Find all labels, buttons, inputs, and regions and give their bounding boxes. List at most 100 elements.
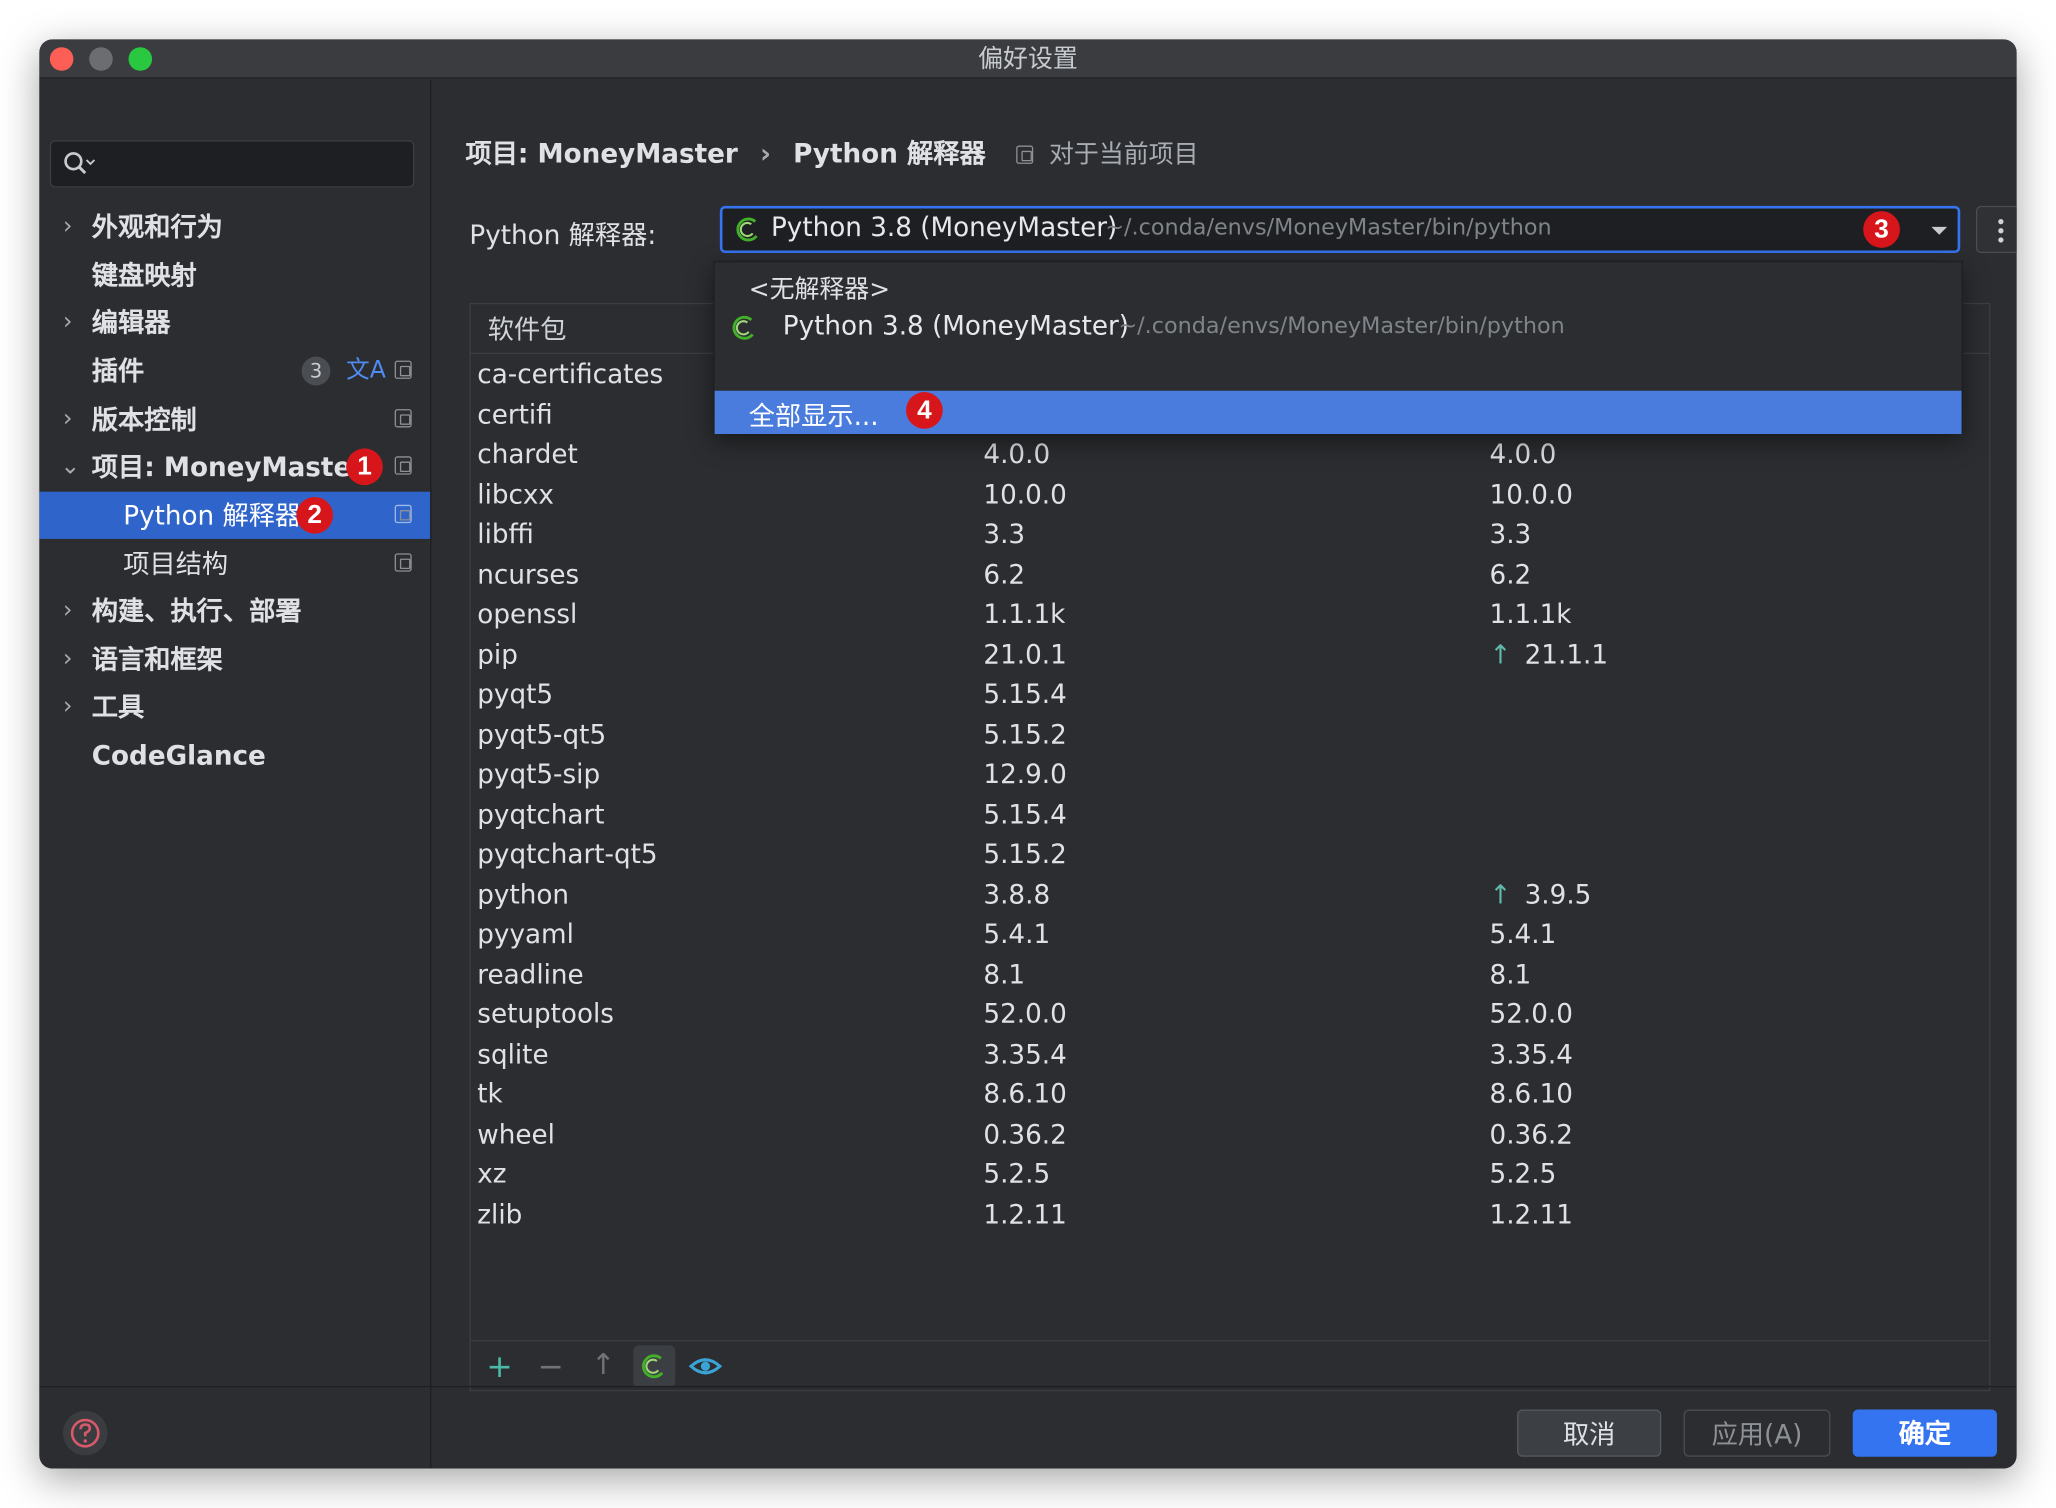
table-row[interactable]: pip 21.0.1 ↑ 21.1.1 <box>471 634 1989 673</box>
package-version-cell: 12.9.0 <box>983 757 1067 790</box>
table-row[interactable]: pyqt5 5.15.4 <box>471 674 1989 713</box>
interpreter-select[interactable]: Python 3.8 (MoneyMaster) ~/.conda/envs/M… <box>719 205 1961 254</box>
ok-button[interactable]: 确定 <box>1852 1409 1997 1457</box>
cancel-button[interactable]: 取消 <box>1517 1409 1662 1457</box>
copy-icon <box>394 504 412 524</box>
table-row[interactable]: readline 8.1 8.1 <box>471 954 1989 993</box>
dropdown-option-path: ~/.conda/envs/MoneyMaster/bin/python <box>1118 313 1565 340</box>
zoom-window-button[interactable] <box>128 47 153 71</box>
sidebar-item-plugins[interactable]: 插件 3 文A <box>39 347 430 394</box>
chevron-down-icon <box>1931 226 1948 235</box>
table-row[interactable]: openssl 1.1.1k 1.1.1k <box>471 594 1989 633</box>
column-header-package[interactable]: 软件包 <box>488 304 567 354</box>
table-row[interactable]: pyqt5-sip 12.9.0 <box>471 754 1989 793</box>
sidebar-item-vcs[interactable]: › 版本控制 <box>39 396 430 443</box>
sidebar-item-tools[interactable]: › 工具 <box>39 683 430 730</box>
package-version-cell: 1.2.11 <box>983 1197 1067 1230</box>
package-name-cell: xz <box>477 1157 507 1190</box>
package-latest-cell: 5.4.1 <box>1490 914 1557 953</box>
package-name-cell: tk <box>477 1077 503 1110</box>
package-name-cell: pyqtchart-qt5 <box>477 837 658 870</box>
package-latest-cell: 1.1.1k <box>1490 594 1572 633</box>
package-latest-cell: 10.0.0 <box>1490 474 1573 513</box>
dropdown-item-no-interpreter[interactable]: <无解释器> <box>749 270 890 305</box>
latest-version-text: 8.6.10 <box>1489 1077 1573 1110</box>
table-toolbar: + − ↑ <box>470 1340 1990 1390</box>
sidebar-item-project[interactable]: ⌄ 项目: MoneyMaster 1 <box>39 443 430 490</box>
breadcrumb-project[interactable]: 项目: MoneyMaster <box>465 138 737 169</box>
conda-toggle-button[interactable] <box>633 1345 676 1388</box>
package-version-cell: 5.15.2 <box>983 717 1067 750</box>
minimize-window-button[interactable] <box>89 47 113 71</box>
search-input[interactable] <box>49 140 415 188</box>
chevron-right-icon: › <box>62 645 73 673</box>
package-version-cell: 5.2.5 <box>983 1157 1051 1190</box>
remove-package-button[interactable]: − <box>530 1345 572 1387</box>
table-row[interactable]: sqlite 3.35.4 3.35.4 <box>471 1034 1989 1073</box>
interpreter-selected-path: ~/.conda/envs/MoneyMaster/bin/python <box>1105 215 1552 242</box>
table-row[interactable]: pyqt5-qt5 5.15.2 <box>471 714 1989 753</box>
sidebar-item-python-interpreter[interactable]: Python 解释器 2 <box>39 491 431 539</box>
table-row[interactable]: setuptools 52.0.0 52.0.0 <box>471 994 1989 1033</box>
package-version-cell: 0.36.2 <box>983 1117 1067 1150</box>
latest-version-text: 8.1 <box>1489 957 1532 990</box>
table-row[interactable]: chardet 4.0.0 4.0.0 <box>471 434 1989 473</box>
package-latest-cell: 3.35.4 <box>1490 1034 1573 1073</box>
table-row[interactable]: pyqtchart 5.15.4 <box>471 794 1989 833</box>
table-row[interactable]: tk 8.6.10 8.6.10 <box>471 1074 1989 1113</box>
table-row[interactable]: ncurses 6.2 6.2 <box>471 554 1989 593</box>
table-row[interactable]: pyyaml 5.4.1 5.4.1 <box>471 914 1989 953</box>
upgrade-arrow-icon: ↑ <box>1489 877 1512 910</box>
interpreter-label: Python 解释器: <box>469 218 657 251</box>
sidebar-item-editor[interactable]: › 编辑器 <box>39 299 430 346</box>
sidebar-item-build[interactable]: › 构建、执行、部署 <box>39 587 430 634</box>
help-button[interactable] <box>62 1410 108 1456</box>
copy-icon <box>394 409 412 428</box>
chevron-right-icon: › <box>62 308 73 336</box>
step-marker-3: 3 <box>1863 211 1900 248</box>
table-row[interactable]: wheel 0.36.2 0.36.2 <box>471 1114 1989 1153</box>
more-options-button[interactable] <box>1975 205 2017 254</box>
package-name-cell: libffi <box>477 517 534 550</box>
sidebar-item-languages[interactable]: › 语言和框架 <box>39 636 430 683</box>
search-icon <box>64 152 96 175</box>
package-latest-cell: 1.2.11 <box>1490 1194 1573 1233</box>
package-name-cell: ca-certificates <box>477 357 664 390</box>
sidebar-item-keymap[interactable]: 键盘映射 <box>39 252 430 299</box>
latest-version-text: 5.2.5 <box>1489 1157 1557 1190</box>
package-latest-cell: 0.36.2 <box>1490 1114 1573 1153</box>
breadcrumb-page: Python 解释器 <box>793 137 986 170</box>
interpreter-dropdown: <无解释器> Python 3.8 (MoneyMaster) ~/.conda… <box>713 260 1963 435</box>
package-version-cell: 6.2 <box>983 557 1026 590</box>
package-name-cell: readline <box>477 957 584 990</box>
dropdown-item-show-all[interactable]: 全部显示... 4 <box>714 390 1962 435</box>
latest-version-text: 6.2 <box>1489 557 1532 590</box>
table-row[interactable]: pyqtchart-qt5 5.15.2 <box>471 834 1989 873</box>
table-row[interactable]: libffi 3.3 3.3 <box>471 514 1989 553</box>
latest-version-text: 3.9.5 <box>1524 877 1592 910</box>
package-name-cell: libcxx <box>477 477 554 510</box>
translate-icon: 文A <box>346 356 386 385</box>
table-row[interactable]: libcxx 10.0.0 10.0.0 <box>471 474 1989 513</box>
scope-text: 对于当前项目 <box>1049 140 1199 170</box>
apply-button[interactable]: 应用(A) <box>1683 1409 1831 1457</box>
add-package-button[interactable]: + <box>479 1345 521 1387</box>
step-marker-2: 2 <box>296 496 334 534</box>
sidebar-item-appearance[interactable]: › 外观和行为 <box>39 203 430 250</box>
copy-icon <box>394 553 412 572</box>
table-row[interactable]: zlib 1.2.11 1.2.11 <box>471 1194 1989 1233</box>
sidebar-item-codeglance[interactable]: CodeGlance <box>39 732 430 779</box>
package-version-cell: 52.0.0 <box>983 997 1067 1030</box>
package-name-cell: pip <box>477 637 518 670</box>
upgrade-package-button[interactable]: ↑ <box>582 1345 624 1387</box>
package-name-cell: pyyaml <box>477 917 574 950</box>
close-window-button[interactable] <box>49 47 74 71</box>
latest-version-text: 1.1.1k <box>1489 597 1572 630</box>
show-early-releases-button[interactable] <box>684 1345 726 1387</box>
package-version-cell: 3.3 <box>983 517 1026 550</box>
table-row[interactable]: xz 5.2.5 5.2.5 <box>471 1154 1989 1193</box>
table-row[interactable]: python 3.8.8 ↑ 3.9.5 <box>471 874 1989 913</box>
dropdown-item-python38[interactable]: Python 3.8 (MoneyMaster) ~/.conda/envs/M… <box>715 307 1962 352</box>
sidebar-item-project-structure[interactable]: 项目结构 <box>39 540 430 587</box>
package-version-cell: 5.15.4 <box>983 797 1067 830</box>
